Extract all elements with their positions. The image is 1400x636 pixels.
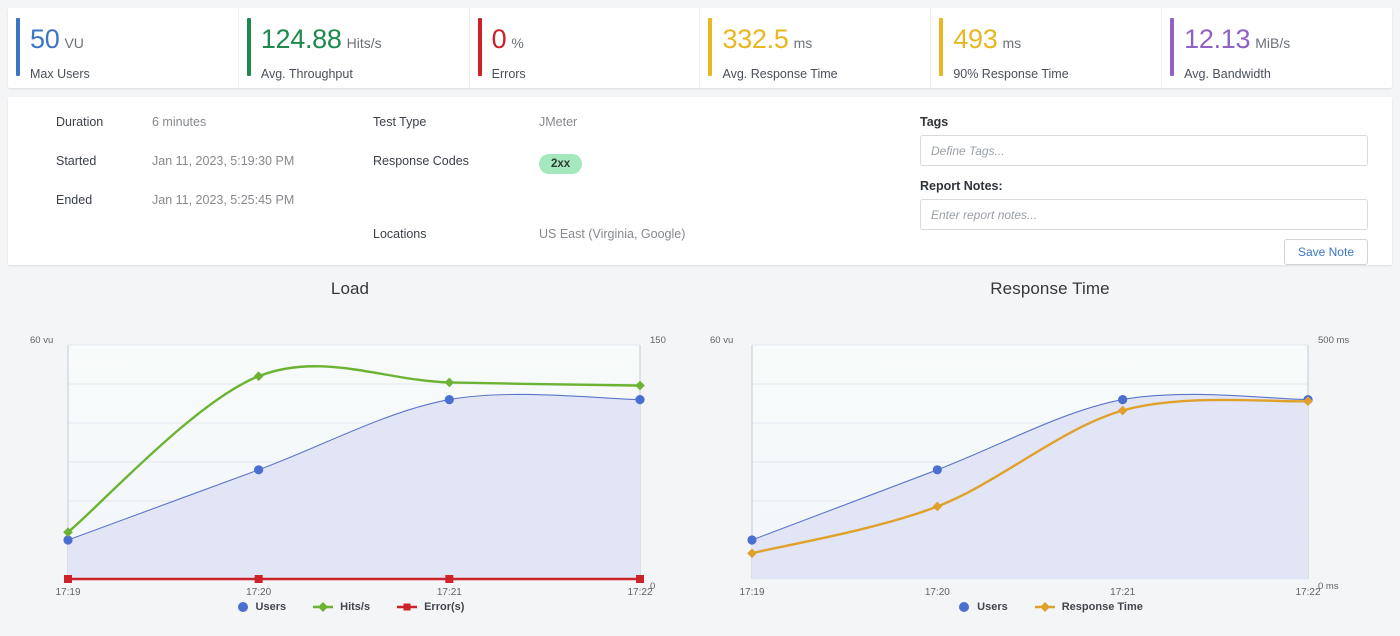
chart-legend-load: Users Hits/s Error(s): [0, 601, 700, 613]
legend-label: Hits/s: [340, 601, 371, 613]
started-value: Jan 11, 2023, 5:19:30 PM: [152, 154, 295, 168]
response-codes-label: Response Codes: [373, 154, 469, 168]
kpi-accent-bar: [16, 18, 20, 76]
right-axis-bottom-label-load: 0: [650, 581, 656, 592]
kpi-caption: Errors: [491, 67, 526, 81]
kpi-accent-bar: [708, 18, 713, 76]
kpi-card-max-users: 50 VU Max Users: [8, 8, 239, 88]
svg-text:17:21: 17:21: [1110, 587, 1135, 598]
ended-label: Ended: [56, 193, 93, 207]
kpi-unit: ms: [793, 35, 813, 51]
kpi-unit: %: [511, 35, 524, 51]
kpi-value: 50: [30, 24, 60, 54]
legend-item-hits[interactable]: Hits/s: [312, 601, 370, 613]
save-note-button[interactable]: Save Note: [1283, 239, 1368, 265]
plot-area-response-time: 60 vu 500 ms 0 ms 17:19 17:20 17:21 17:22: [700, 307, 1400, 599]
kpi-unit: Hits/s: [346, 35, 382, 51]
tags-input[interactable]: [920, 135, 1368, 166]
kpi-value: 332.5: [722, 24, 789, 54]
kpi-accent-bar: [1170, 18, 1175, 76]
test-type-value: JMeter: [539, 115, 578, 129]
kpi-card-avg-throughput: 124.88 Hits/s Avg. Throughput: [239, 8, 470, 88]
kpi-caption: 90% Response Time: [953, 67, 1069, 81]
kpi-unit: ms: [1002, 35, 1022, 51]
kpi-value: 12.13: [1184, 24, 1251, 54]
left-axis-label-load: 60 vu: [30, 335, 54, 346]
kpi-card-avg-response-time: 332.5 ms Avg. Response Time: [700, 8, 932, 88]
chart-title-response-time: Response Time: [990, 279, 1110, 298]
kpi-caption: Avg. Bandwidth: [1184, 67, 1271, 81]
chart-card-load: Load 60 vu 150 0 17:19 17:20 17:21 17:22 Us…: [0, 279, 700, 613]
chart-svg-response-time: 17:19 17:20 17:21 17:22: [739, 344, 1321, 598]
detail-column-notes: Tags Report Notes: Save Note: [908, 115, 1382, 265]
started-label: Started: [56, 154, 97, 168]
legend-circle-icon: [959, 602, 970, 612]
detail-row-locations: Locations US East (Virginia, Google): [373, 193, 908, 241]
legend-item-response-time[interactable]: Response Time: [1034, 601, 1143, 613]
charts-row: Load 60 vu 150 0 17:19 17:20 17:21 17:22 Us…: [0, 279, 1400, 613]
legend-line-square-icon: [397, 603, 418, 611]
report-notes-input[interactable]: [920, 199, 1368, 230]
legend-label: Users: [977, 601, 1008, 613]
legend-label: Users: [255, 601, 287, 613]
kpi-card-90-response-time: 493 ms 90% Response Time: [931, 8, 1163, 88]
detail-row-test-type: Test Type JMeter: [373, 115, 908, 154]
detail-row-ended: Ended Jan 11, 2023, 5:25:45 PM: [56, 193, 373, 232]
left-axis-label-response-time: 60 vu: [710, 335, 734, 346]
kpi-row: 50 VU Max Users 124.88 Hits/s Avg. Through…: [8, 8, 1392, 88]
kpi-value: 493: [953, 24, 998, 54]
detail-column-timing: Duration 6 minutes Started Jan 11, 2023,…: [18, 115, 373, 265]
kpi-accent-bar: [939, 18, 944, 76]
plot-area-load: 60 vu 150 0 17:19 17:20 17:21 17:22: [0, 307, 700, 599]
svg-text:17:19: 17:19: [55, 587, 80, 598]
legend-item-users[interactable]: Users: [957, 601, 1008, 613]
svg-text:17:19: 17:19: [739, 587, 764, 598]
legend-item-errors[interactable]: Error(s): [396, 601, 464, 613]
kpi-unit: MiB/s: [1255, 35, 1291, 51]
kpi-caption: Avg. Response Time: [722, 67, 838, 81]
svg-text:17:20: 17:20: [246, 587, 271, 598]
legend-item-users[interactable]: Users: [236, 601, 287, 613]
svg-text:17:20: 17:20: [925, 587, 950, 598]
legend-line-diamond-icon: [313, 602, 334, 612]
tags-label: Tags: [920, 115, 949, 129]
status-badge: 2xx: [539, 154, 583, 174]
locations-value: US East (Virginia, Google): [539, 227, 686, 241]
legend-label: Response Time: [1061, 601, 1143, 613]
chart-card-response-time: Response Time 60 vu 500 ms 0 ms 17:19 17:…: [700, 279, 1400, 613]
kpi-accent-bar: [477, 18, 482, 76]
legend-circle-icon: [237, 602, 248, 612]
duration-label: Duration: [56, 115, 104, 129]
duration-value: 6 minutes: [152, 115, 207, 129]
right-axis-bottom-label-response-time: 0 ms: [1318, 581, 1339, 592]
detail-column-config: Test Type JMeter Response Codes 2xx Loca…: [373, 115, 908, 265]
right-axis-top-label-load: 150: [650, 335, 666, 346]
test-type-label: Test Type: [373, 115, 427, 129]
kpi-card-avg-bandwidth: 12.13 MiB/s Avg. Bandwidth: [1162, 8, 1392, 88]
chart-title-load: Load: [330, 279, 370, 298]
chart-svg-load: 17:19 17:20 17:21 17:22: [55, 344, 653, 598]
locations-label: Locations: [373, 227, 427, 241]
kpi-card-errors: 0% Errors: [470, 8, 701, 88]
legend-line-diamond-icon: [1034, 602, 1055, 612]
test-detail-panel: Duration 6 minutes Started Jan 11, 2023,…: [8, 97, 1392, 265]
kpi-caption: Avg. Throughput: [260, 67, 353, 81]
detail-row-duration: Duration 6 minutes: [56, 115, 373, 154]
kpi-value: 124.88: [260, 24, 342, 54]
report-notes-label: Report Notes:: [920, 179, 1003, 193]
kpi-unit: VU: [64, 35, 84, 51]
kpi-caption: Max Users: [30, 67, 90, 81]
right-axis-top-label-response-time: 500 ms: [1318, 335, 1350, 346]
kpi-value: 0: [491, 24, 507, 54]
svg-text:17:21: 17:21: [437, 587, 462, 598]
detail-row-started: Started Jan 11, 2023, 5:19:30 PM: [56, 154, 373, 193]
legend-label: Error(s): [424, 601, 465, 613]
detail-row-response-codes: Response Codes 2xx: [373, 154, 908, 193]
chart-legend-response-time: Users Response Time: [700, 601, 1400, 613]
kpi-accent-bar: [246, 18, 251, 76]
ended-value: Jan 11, 2023, 5:25:45 PM: [152, 193, 295, 207]
